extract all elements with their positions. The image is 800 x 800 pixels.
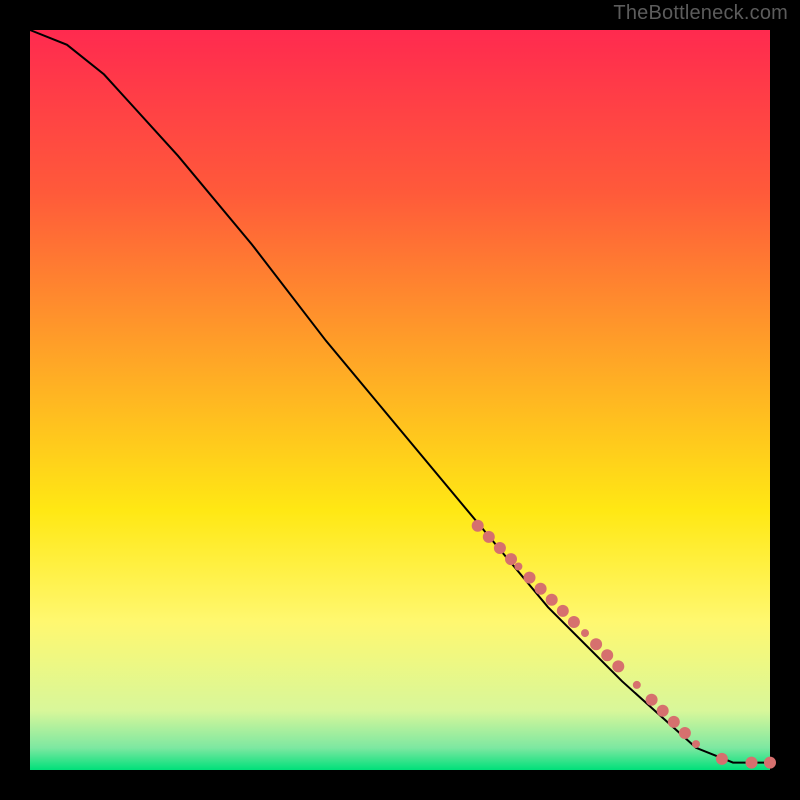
data-point (590, 638, 602, 650)
data-point (668, 716, 680, 728)
data-point (746, 757, 758, 769)
data-point (679, 727, 691, 739)
data-point (657, 705, 669, 717)
data-point (483, 531, 495, 543)
data-point (472, 520, 484, 532)
data-point (546, 594, 558, 606)
data-point (612, 660, 624, 672)
data-point (716, 753, 728, 765)
data-point (524, 572, 536, 584)
data-point (557, 605, 569, 617)
bottleneck-chart (0, 0, 800, 800)
plot-background (30, 30, 770, 770)
data-point (633, 681, 641, 689)
data-point (494, 542, 506, 554)
data-point (764, 757, 776, 769)
data-point (581, 629, 589, 637)
chart-container: TheBottleneck.com (0, 0, 800, 800)
data-point (692, 740, 700, 748)
data-point (505, 553, 517, 565)
data-point (646, 694, 658, 706)
data-point (514, 563, 522, 571)
data-point (535, 583, 547, 595)
data-point (601, 649, 613, 661)
data-point (568, 616, 580, 628)
attribution-label: TheBottleneck.com (613, 2, 788, 25)
